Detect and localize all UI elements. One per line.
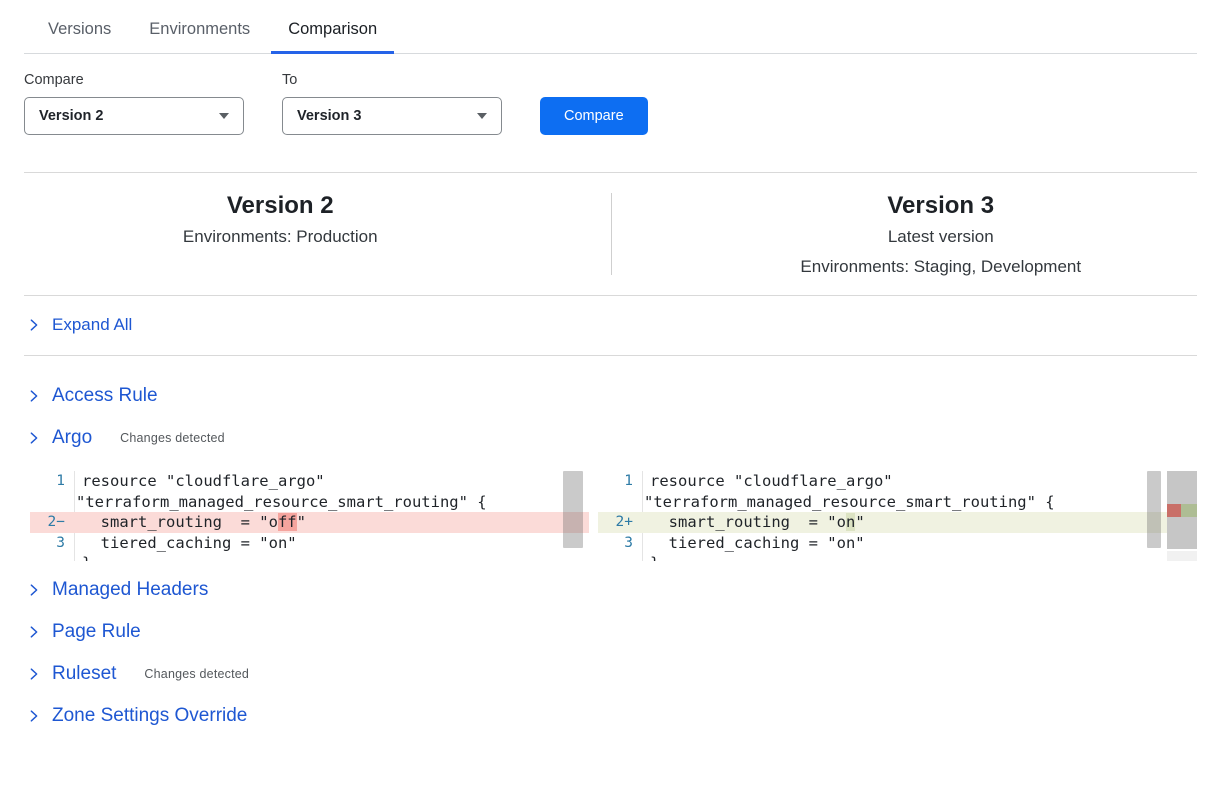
section-list: Access Rule Argo Changes detected 1resou… — [24, 375, 1197, 737]
chevron-right-icon — [27, 431, 41, 445]
minimap-removed-marker — [1167, 504, 1181, 517]
removed-char-highlight: ff — [278, 513, 297, 531]
section-label: Managed Headers — [52, 579, 208, 601]
compare-button[interactable]: Compare — [540, 97, 648, 135]
minimap[interactable] — [1167, 471, 1197, 549]
expand-all-label: Expand All — [52, 315, 132, 335]
section-argo[interactable]: Argo Changes detected — [24, 417, 1197, 459]
section-label: Zone Settings Override — [52, 705, 247, 727]
version-header-right: Version 3 Latest version Environments: S… — [612, 191, 1198, 281]
chevron-right-icon — [27, 625, 41, 639]
diff-line: 1resource "cloudflare_argo" — [30, 471, 589, 492]
code-text: } — [75, 553, 91, 561]
tab-comparison[interactable]: Comparison — [271, 16, 394, 53]
section-label: Access Rule — [52, 385, 158, 407]
argo-diff: 1resource "cloudflare_argo" "terraform_m… — [30, 471, 1197, 561]
compare-form: Compare Version 2 To Version 3 Compare — [24, 72, 1197, 135]
section-managed-headers[interactable]: Managed Headers — [24, 569, 1197, 611]
code-segment: " — [855, 513, 864, 531]
line-number — [598, 553, 643, 561]
section-page-rule[interactable]: Page Rule — [24, 611, 1197, 653]
line-number: 3 — [30, 533, 75, 554]
compare-from-value: Version 2 — [39, 108, 103, 124]
compare-to-select[interactable]: Version 3 — [282, 97, 502, 135]
to-field: To Version 3 — [282, 72, 502, 135]
diff-line: 3 tiered_caching = "on" — [598, 533, 1197, 554]
dropdown-caret-icon — [219, 113, 229, 119]
diff-line-removed: 2− smart_routing = "off" — [30, 512, 589, 533]
line-number: 2+ — [598, 512, 643, 533]
line-number — [598, 492, 643, 513]
section-ruleset[interactable]: Ruleset Changes detected — [24, 653, 1197, 695]
tab-environments[interactable]: Environments — [132, 16, 267, 53]
vertical-scrollbar[interactable] — [563, 471, 583, 548]
section-label: Page Rule — [52, 621, 141, 643]
code-text: tiered_caching = "on" — [75, 533, 297, 554]
scrollbar-corner — [1167, 551, 1197, 561]
diff-line: 3 tiered_caching = "on" — [30, 533, 589, 554]
chevron-right-icon — [27, 318, 41, 332]
diff-line-wrapped: "terraform_managed_resource_smart_routin… — [598, 492, 1197, 513]
code-text: } — [643, 553, 659, 561]
diff-panel-left: 1resource "cloudflare_argo" "terraform_m… — [30, 471, 589, 561]
code-text: "terraform_managed_resource_smart_routin… — [643, 492, 1055, 513]
code-text: smart_routing = "off" — [75, 512, 306, 533]
diff-line: } — [30, 553, 589, 561]
vertical-scrollbar[interactable] — [1147, 471, 1161, 548]
code-segment: " — [297, 513, 306, 531]
compare-to-value: Version 3 — [297, 108, 361, 124]
section-label: Ruleset — [52, 663, 116, 685]
diff-line-wrapped: "terraform_managed_resource_smart_routin… — [30, 492, 589, 513]
changes-detected-badge: Changes detected — [120, 431, 225, 445]
diff-line-added: 2+ smart_routing = "on" — [598, 512, 1197, 533]
minimap-added-marker — [1181, 504, 1197, 517]
version-right-title: Version 3 — [685, 191, 1198, 221]
compare-field-label: Compare — [24, 72, 244, 88]
version-header-left: Version 2 Environments: Production — [24, 191, 611, 281]
code-text: smart_routing = "on" — [643, 512, 865, 533]
compare-from-select[interactable]: Version 2 — [24, 97, 244, 135]
line-number — [30, 553, 75, 561]
dropdown-caret-icon — [477, 113, 487, 119]
section-label: Argo — [52, 427, 92, 449]
chevron-right-icon — [27, 389, 41, 403]
tab-versions[interactable]: Versions — [31, 16, 128, 53]
changes-detected-badge: Changes detected — [144, 667, 249, 681]
version-headers: Version 2 Environments: Production Versi… — [24, 173, 1197, 295]
code-segment: smart_routing = "o — [82, 513, 278, 531]
line-number: 1 — [598, 471, 643, 492]
section-access-rule[interactable]: Access Rule — [24, 375, 1197, 417]
version-right-environments: Environments: Staging, Development — [685, 253, 1198, 281]
line-number: 3 — [598, 533, 643, 554]
tab-bar: Versions Environments Comparison — [24, 0, 1197, 54]
section-zone-settings-override[interactable]: Zone Settings Override — [24, 695, 1197, 737]
line-number — [30, 492, 75, 513]
expand-all-toggle[interactable]: Expand All — [24, 296, 1197, 355]
comparison-page: Versions Environments Comparison Compare… — [0, 0, 1224, 788]
version-right-latest: Latest version — [685, 223, 1198, 251]
to-field-label: To — [282, 72, 502, 88]
chevron-right-icon — [27, 667, 41, 681]
chevron-right-icon — [27, 583, 41, 597]
version-left-title: Version 2 — [24, 191, 537, 221]
code-text: resource "cloudflare_argo" — [643, 471, 893, 492]
added-char-highlight: n — [846, 513, 855, 531]
line-number: 1 — [30, 471, 75, 492]
code-segment: smart_routing = "o — [650, 513, 846, 531]
divider — [24, 355, 1197, 356]
code-text: "terraform_managed_resource_smart_routin… — [75, 492, 487, 513]
version-left-environments: Environments: Production — [24, 223, 537, 251]
code-text: resource "cloudflare_argo" — [75, 471, 325, 492]
diff-line: 1resource "cloudflare_argo" — [598, 471, 1197, 492]
compare-field: Compare Version 2 — [24, 72, 244, 135]
code-text: tiered_caching = "on" — [643, 533, 865, 554]
diff-line: } — [598, 553, 1197, 561]
line-number: 2− — [30, 512, 75, 533]
chevron-right-icon — [27, 709, 41, 723]
diff-panel-right: 1resource "cloudflare_argo" "terraform_m… — [598, 471, 1197, 561]
